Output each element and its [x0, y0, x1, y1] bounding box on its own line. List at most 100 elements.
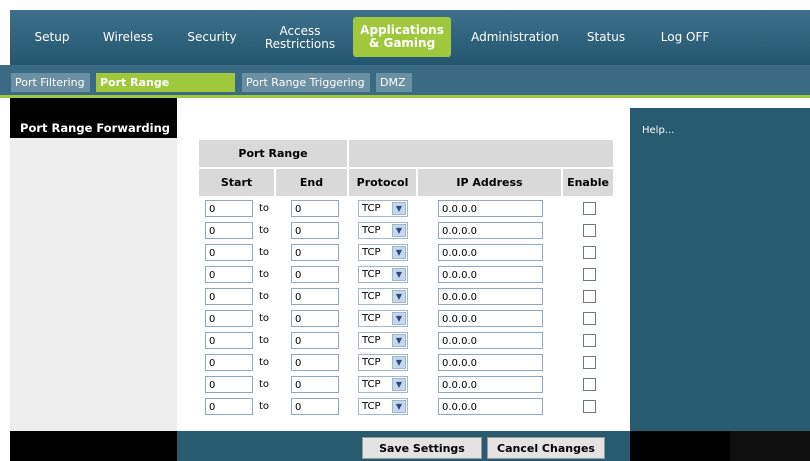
- enable-checkbox[interactable]: [583, 246, 596, 259]
- ip-address-input[interactable]: 0.0.0.0: [438, 244, 543, 261]
- chevron-down-icon: ▼: [392, 378, 406, 391]
- start-header: Start: [199, 169, 274, 196]
- to-label: to: [259, 225, 270, 236]
- to-label: to: [259, 335, 270, 346]
- start-port-input[interactable]: 0: [205, 288, 253, 305]
- start-port-input[interactable]: 0: [205, 376, 253, 393]
- ip-address-input[interactable]: 0.0.0.0: [438, 354, 543, 371]
- ip-address-input[interactable]: 0.0.0.0: [438, 376, 543, 393]
- sidebar-title: Port Range Forwarding: [20, 121, 170, 135]
- end-port-input[interactable]: 0: [291, 398, 339, 415]
- protocol-value: TCP: [362, 313, 381, 324]
- start-port-input[interactable]: 0: [205, 354, 253, 371]
- nav-wireless[interactable]: Wireless: [92, 10, 164, 65]
- cancel-changes-button[interactable]: Cancel Changes: [487, 437, 605, 459]
- start-port-input[interactable]: 0: [205, 332, 253, 349]
- footer-far-right: [730, 431, 810, 461]
- nav-log-off[interactable]: Log OFF: [650, 10, 720, 65]
- end-port-input[interactable]: 0: [291, 310, 339, 327]
- enable-checkbox[interactable]: [583, 356, 596, 369]
- end-port-input[interactable]: 0: [291, 376, 339, 393]
- tab-port-filtering[interactable]: Port Filtering: [11, 73, 90, 92]
- end-port-input[interactable]: 0: [291, 200, 339, 217]
- protocol-select[interactable]: TCP ▼: [358, 354, 408, 371]
- chevron-down-icon: ▼: [392, 312, 406, 325]
- ip-address-input[interactable]: 0.0.0.0: [438, 310, 543, 327]
- help-link[interactable]: Help...: [642, 125, 674, 136]
- protocol-value: TCP: [362, 225, 381, 236]
- protocol-select[interactable]: TCP ▼: [358, 310, 408, 327]
- enable-checkbox[interactable]: [583, 290, 596, 303]
- protocol-value: TCP: [362, 269, 381, 280]
- ip-address-input[interactable]: 0.0.0.0: [438, 398, 543, 415]
- start-port-input[interactable]: 0: [205, 310, 253, 327]
- protocol-value: TCP: [362, 291, 381, 302]
- nav-access-restrictions[interactable]: Access Restrictions: [255, 10, 345, 65]
- protocol-select[interactable]: TCP ▼: [358, 222, 408, 239]
- tab-port-range-triggering[interactable]: Port Range Triggering: [242, 73, 370, 92]
- chevron-down-icon: ▼: [392, 224, 406, 237]
- start-port-input[interactable]: 0: [205, 266, 253, 283]
- enable-checkbox[interactable]: [583, 378, 596, 391]
- ip-address-input[interactable]: 0.0.0.0: [438, 200, 543, 217]
- protocol-select[interactable]: TCP ▼: [358, 288, 408, 305]
- end-port-input[interactable]: 0: [291, 332, 339, 349]
- nav-label: Setup: [34, 30, 70, 44]
- chevron-down-icon: ▼: [392, 400, 406, 413]
- ip-address-input[interactable]: 0.0.0.0: [438, 288, 543, 305]
- start-port-input[interactable]: 0: [205, 244, 253, 261]
- nav-label: Applications & Gaming: [360, 23, 444, 50]
- ip-address-input[interactable]: 0.0.0.0: [438, 222, 543, 239]
- start-port-input[interactable]: 0: [205, 398, 253, 415]
- nav-label: Wireless: [102, 30, 154, 44]
- ip-address-input[interactable]: 0.0.0.0: [438, 266, 543, 283]
- protocol-value: TCP: [362, 401, 381, 412]
- chevron-down-icon: ▼: [392, 334, 406, 347]
- enable-checkbox[interactable]: [583, 400, 596, 413]
- enable-checkbox[interactable]: [583, 268, 596, 281]
- enable-header: Enable: [563, 169, 613, 196]
- tab-label: Port Range Triggering: [246, 76, 365, 89]
- tab-label: Port Filtering: [15, 76, 85, 89]
- protocol-value: TCP: [362, 203, 381, 214]
- start-port-input[interactable]: 0: [205, 200, 253, 217]
- protocol-select[interactable]: TCP ▼: [358, 398, 408, 415]
- protocol-select[interactable]: TCP ▼: [358, 244, 408, 261]
- ip-address-input[interactable]: 0.0.0.0: [438, 332, 543, 349]
- help-panel: [630, 108, 810, 431]
- sub-tab-bar: Port Filtering Port Range Forwarding Por…: [0, 65, 810, 108]
- start-port-input[interactable]: 0: [205, 222, 253, 239]
- ip-address-header: IP Address: [418, 169, 561, 196]
- enable-checkbox[interactable]: [583, 334, 596, 347]
- enable-checkbox[interactable]: [583, 202, 596, 215]
- save-settings-button[interactable]: Save Settings: [362, 437, 482, 459]
- nav-setup[interactable]: Setup: [22, 10, 82, 65]
- end-port-input[interactable]: 0: [291, 222, 339, 239]
- protocol-value: TCP: [362, 335, 381, 346]
- enable-checkbox[interactable]: [583, 312, 596, 325]
- tab-port-range-forwarding[interactable]: Port Range Forwarding: [96, 73, 235, 108]
- end-port-input[interactable]: 0: [291, 354, 339, 371]
- protocol-select[interactable]: TCP ▼: [358, 332, 408, 349]
- end-port-input[interactable]: 0: [291, 266, 339, 283]
- tab-label: DMZ: [380, 76, 406, 89]
- nav-applications-gaming[interactable]: Applications & Gaming: [353, 17, 451, 57]
- nav-label: Access Restrictions: [264, 23, 336, 51]
- nav-administration[interactable]: Administration: [462, 10, 568, 65]
- enable-checkbox[interactable]: [583, 224, 596, 237]
- protocol-value: TCP: [362, 357, 381, 368]
- tab-dmz[interactable]: DMZ: [376, 73, 412, 92]
- nav-security[interactable]: Security: [178, 10, 246, 65]
- protocol-select[interactable]: TCP ▼: [358, 376, 408, 393]
- to-label: to: [259, 269, 270, 280]
- protocol-select[interactable]: TCP ▼: [358, 200, 408, 217]
- end-port-input[interactable]: 0: [291, 288, 339, 305]
- protocol-select[interactable]: TCP ▼: [358, 266, 408, 283]
- protocol-value: TCP: [362, 247, 381, 258]
- protocol-value: TCP: [362, 379, 381, 390]
- chevron-down-icon: ▼: [392, 356, 406, 369]
- end-port-input[interactable]: 0: [291, 244, 339, 261]
- nav-status[interactable]: Status: [576, 10, 636, 65]
- end-header: End: [276, 169, 347, 196]
- to-label: to: [259, 401, 270, 412]
